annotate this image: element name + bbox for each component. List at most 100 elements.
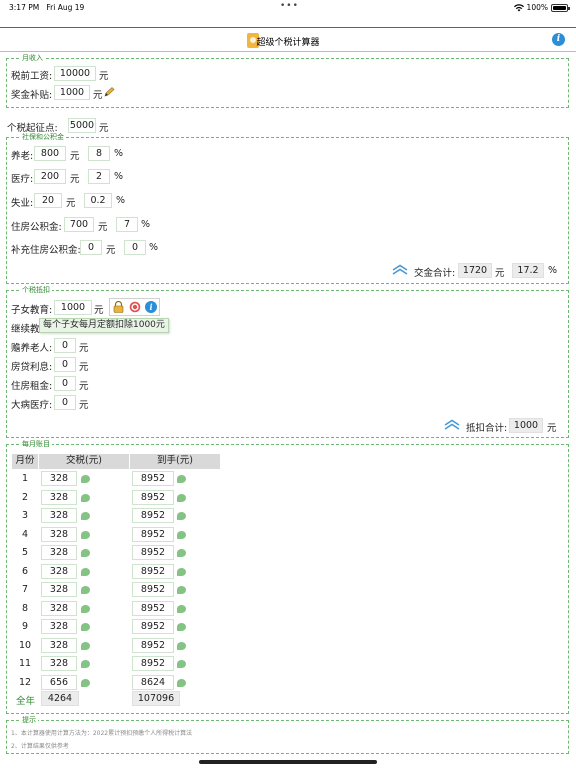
month-tax-value[interactable]: 328 bbox=[41, 545, 77, 560]
month-tax-value[interactable]: 328 bbox=[41, 527, 77, 542]
leaf-icon[interactable] bbox=[81, 531, 90, 539]
leaf-icon[interactable] bbox=[81, 568, 90, 576]
housing-fund-rate-input[interactable]: 7 bbox=[116, 217, 138, 232]
target-icon[interactable] bbox=[129, 301, 141, 313]
leaf-icon[interactable] bbox=[177, 549, 186, 557]
leaf-icon[interactable] bbox=[81, 586, 90, 594]
leaf-icon[interactable] bbox=[81, 660, 90, 668]
month-net-value[interactable]: 8624 bbox=[132, 675, 174, 690]
leaf-icon[interactable] bbox=[177, 512, 186, 520]
battery-percent: 100% bbox=[526, 3, 548, 12]
pension-rate-input[interactable]: 8 bbox=[88, 146, 110, 161]
tip-line: 1、本计算器使用计算方法为：2022累计预扣预缴个人所得税计算法 bbox=[11, 730, 193, 737]
month-net-value[interactable]: 8952 bbox=[132, 638, 174, 653]
leaf-icon[interactable] bbox=[81, 512, 90, 520]
elder-support-input[interactable]: 0 bbox=[54, 338, 76, 353]
unemployment-amount-input[interactable]: 20 bbox=[34, 193, 62, 208]
month-tax-value[interactable]: 328 bbox=[41, 490, 77, 505]
medical-amount-input[interactable]: 200 bbox=[34, 169, 66, 184]
collapse-icon[interactable] bbox=[444, 419, 460, 430]
income-legend: 月收入 bbox=[20, 54, 45, 62]
social-total-unit: 元 bbox=[495, 268, 505, 279]
medical-deduction-input[interactable]: 0 bbox=[54, 395, 76, 410]
leaf-icon[interactable] bbox=[177, 660, 186, 668]
info-icon[interactable]: i bbox=[552, 33, 565, 46]
wifi-icon bbox=[513, 3, 524, 11]
collapse-icon[interactable] bbox=[392, 264, 408, 275]
leaf-icon[interactable] bbox=[177, 568, 186, 576]
year-label: 全年 bbox=[16, 696, 36, 707]
deduction-total-label: 抵扣合计: bbox=[466, 423, 508, 434]
leaf-icon[interactable] bbox=[81, 605, 90, 613]
rent-input[interactable]: 0 bbox=[54, 376, 76, 391]
month-tax-value[interactable]: 328 bbox=[41, 601, 77, 616]
social-row-unit: 元 bbox=[106, 245, 116, 256]
lock-icon[interactable] bbox=[113, 301, 124, 313]
multitask-dots[interactable]: ••• bbox=[280, 1, 299, 11]
month-tax-value[interactable]: 328 bbox=[41, 508, 77, 523]
mortgage-interest-input[interactable]: 0 bbox=[54, 357, 76, 372]
bonus-input[interactable]: 1000 bbox=[54, 85, 90, 100]
battery-icon bbox=[551, 3, 570, 12]
deduction-info-icon[interactable]: i bbox=[145, 301, 157, 313]
month-tax-value[interactable]: 656 bbox=[41, 675, 77, 690]
month-tax-value[interactable]: 328 bbox=[41, 638, 77, 653]
leaf-icon[interactable] bbox=[177, 642, 186, 650]
unemployment-rate-input[interactable]: 0.2 bbox=[84, 193, 112, 208]
leaf-icon[interactable] bbox=[177, 586, 186, 594]
deduction-row-label: 继续教 bbox=[11, 324, 40, 335]
month-number: 4 bbox=[21, 529, 29, 540]
deduction-row-unit: 元 bbox=[79, 400, 89, 411]
leaf-icon[interactable] bbox=[177, 475, 186, 483]
pencil-icon[interactable] bbox=[104, 87, 115, 97]
month-tax-value[interactable]: 328 bbox=[41, 564, 77, 579]
housing-fund-amount-input[interactable]: 700 bbox=[64, 217, 94, 232]
month-net-value[interactable]: 8952 bbox=[132, 619, 174, 634]
month-number: 10 bbox=[18, 640, 32, 651]
month-net-value[interactable]: 8952 bbox=[132, 564, 174, 579]
deduction-legend: 个税抵扣 bbox=[20, 286, 52, 294]
month-net-value[interactable]: 8952 bbox=[132, 545, 174, 560]
month-net-value[interactable]: 8952 bbox=[132, 656, 174, 671]
month-tax-value[interactable]: 328 bbox=[41, 471, 77, 486]
month-number: 11 bbox=[18, 658, 32, 669]
leaf-icon[interactable] bbox=[177, 679, 186, 687]
supp-housing-rate-input[interactable]: 0 bbox=[124, 240, 146, 255]
leaf-icon[interactable] bbox=[81, 494, 90, 502]
leaf-icon[interactable] bbox=[81, 475, 90, 483]
deduction-row-unit: 元 bbox=[79, 381, 89, 392]
medical-rate-input[interactable]: 2 bbox=[88, 169, 110, 184]
leaf-icon[interactable] bbox=[81, 623, 90, 631]
leaf-icon[interactable] bbox=[177, 531, 186, 539]
month-tax-value[interactable]: 328 bbox=[41, 619, 77, 634]
leaf-icon[interactable] bbox=[81, 679, 90, 687]
month-net-value[interactable]: 8952 bbox=[132, 582, 174, 597]
leaf-icon[interactable] bbox=[81, 642, 90, 650]
leaf-icon[interactable] bbox=[177, 494, 186, 502]
social-row-pct: % bbox=[149, 242, 159, 253]
social-row-pct: % bbox=[114, 171, 124, 182]
month-net-value[interactable]: 8952 bbox=[132, 508, 174, 523]
social-row-label: 养老: bbox=[11, 151, 34, 162]
month-net-value[interactable]: 8952 bbox=[132, 471, 174, 486]
social-row-label: 失业: bbox=[11, 198, 34, 209]
monthly-section bbox=[6, 444, 569, 714]
month-number: 7 bbox=[21, 584, 29, 595]
leaf-icon[interactable] bbox=[177, 605, 186, 613]
leaf-icon[interactable] bbox=[81, 549, 90, 557]
month-net-value[interactable]: 8952 bbox=[132, 527, 174, 542]
status-indicators: 100% bbox=[513, 3, 570, 12]
month-net-value[interactable]: 8952 bbox=[132, 490, 174, 505]
supp-housing-amount-input[interactable]: 0 bbox=[80, 240, 102, 255]
home-indicator[interactable] bbox=[199, 760, 377, 764]
salary-input[interactable]: 10000 bbox=[54, 66, 96, 81]
threshold-input[interactable]: 5000 bbox=[68, 118, 96, 133]
leaf-icon[interactable] bbox=[177, 623, 186, 631]
month-net-value[interactable]: 8952 bbox=[132, 601, 174, 616]
pension-amount-input[interactable]: 800 bbox=[34, 146, 66, 161]
deduction-row-label: 住房租金: bbox=[11, 381, 53, 392]
child-education-input[interactable]: 1000 bbox=[54, 300, 92, 315]
month-tax-value[interactable]: 328 bbox=[41, 582, 77, 597]
month-tax-value[interactable]: 328 bbox=[41, 656, 77, 671]
bonus-label: 奖金补贴: bbox=[11, 90, 53, 101]
